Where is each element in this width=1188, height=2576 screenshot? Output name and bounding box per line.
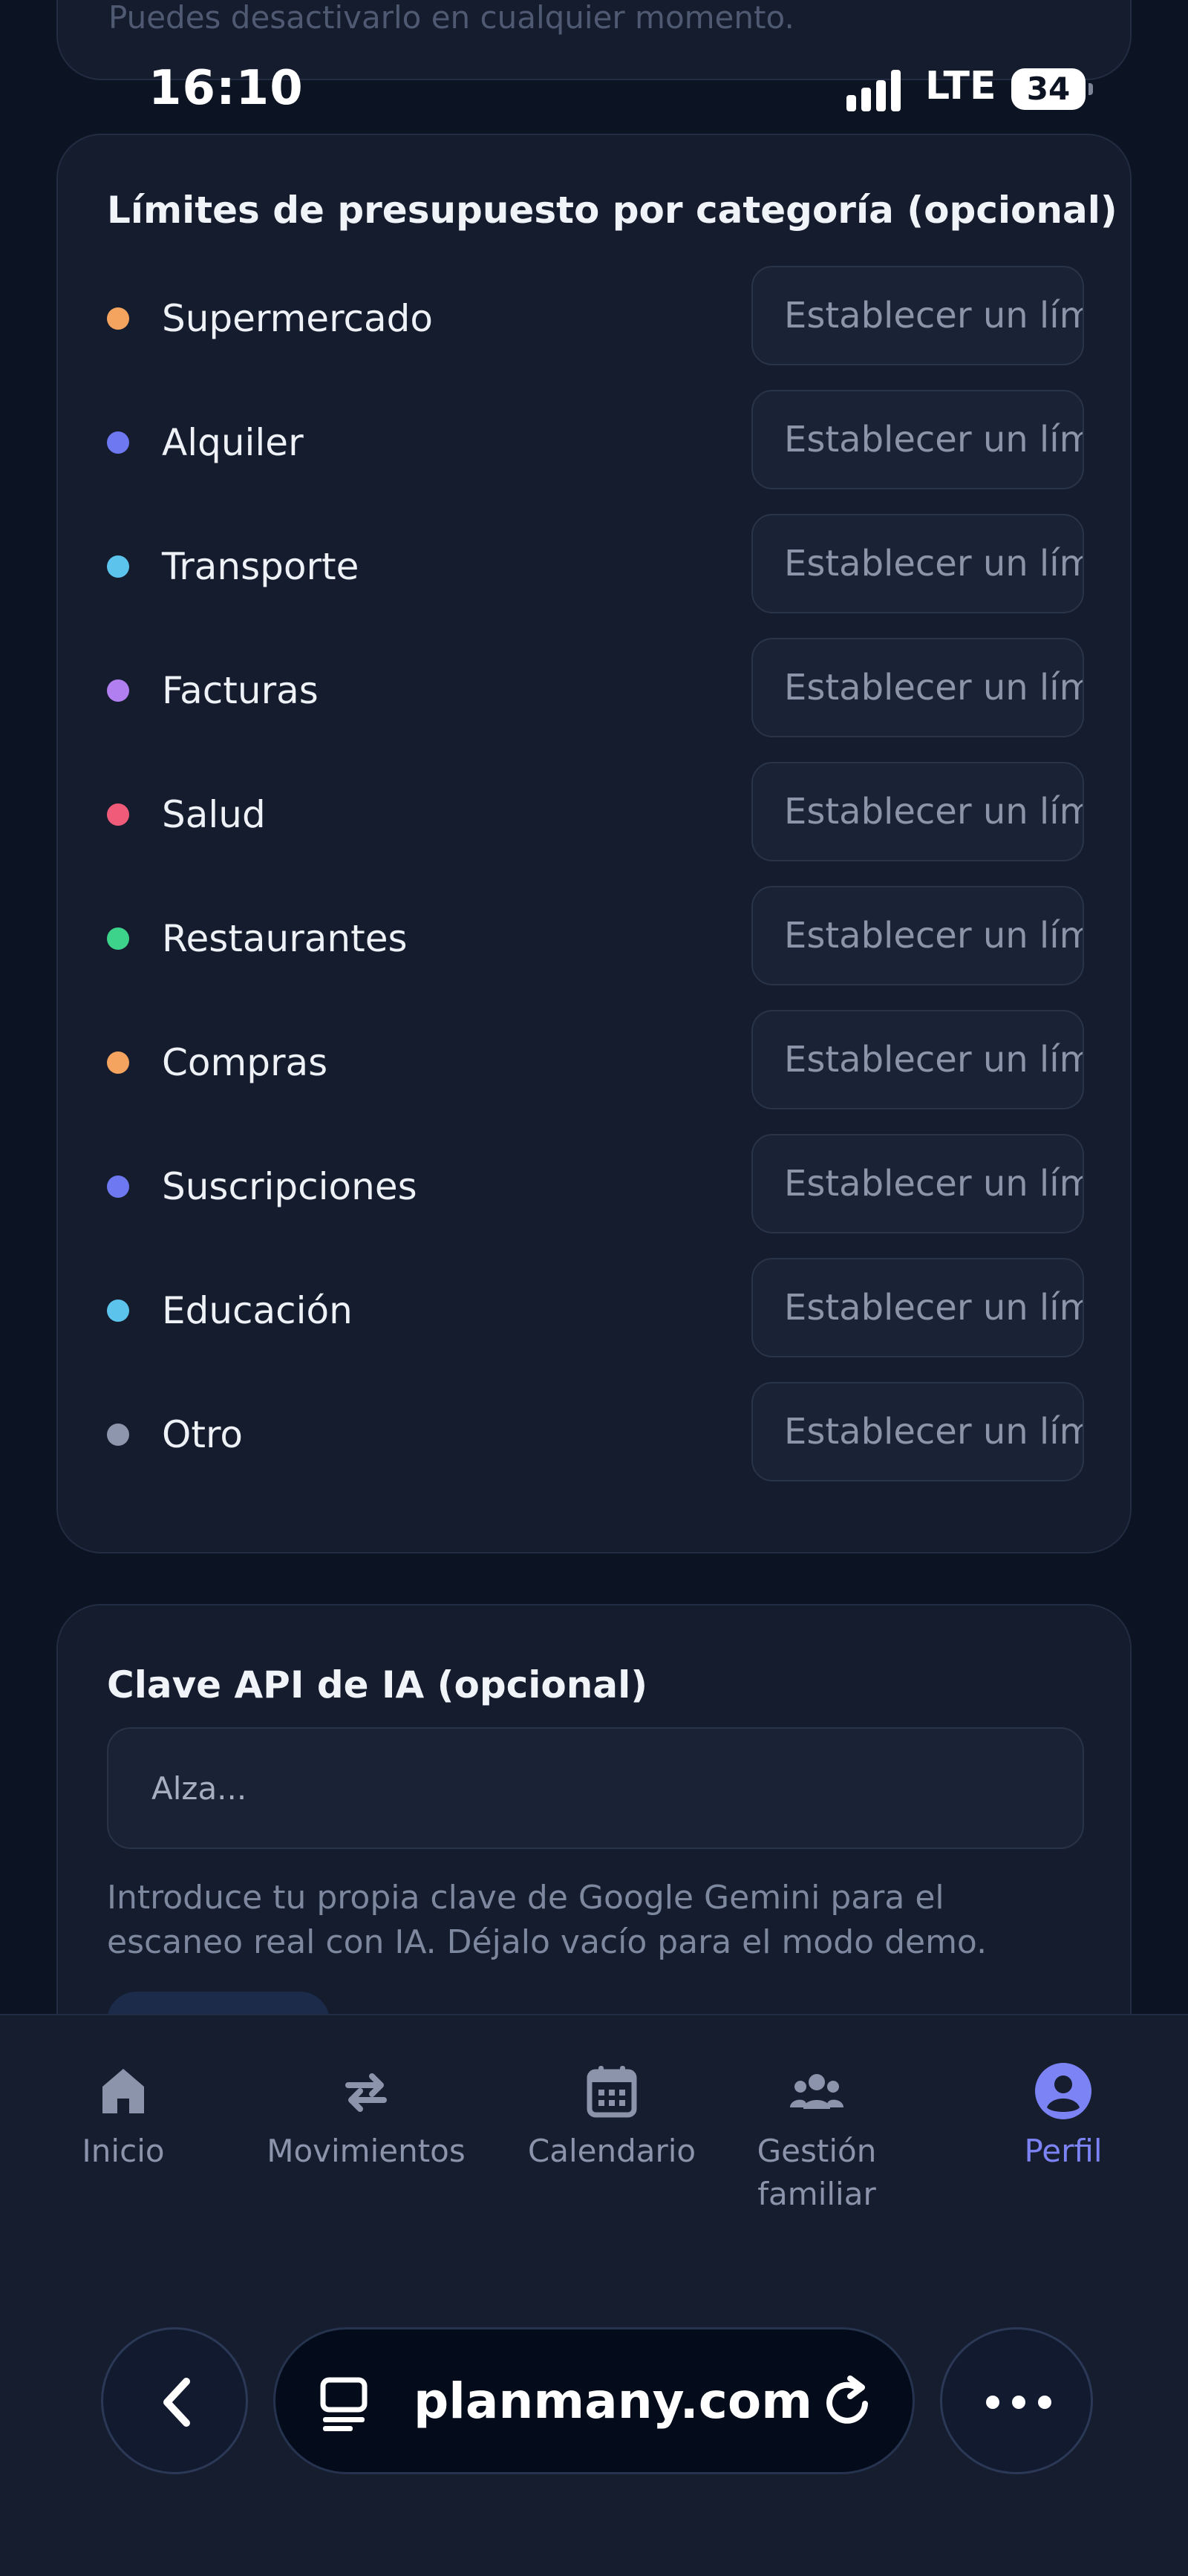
previous-card-text: Puedes desactivarlo en cualquier momento… — [108, 0, 794, 36]
category-limit-input[interactable] — [751, 1258, 1084, 1357]
budget-limits-card: Límites de presupuesto por categoría (op… — [56, 134, 1132, 1553]
category-color-dot — [107, 803, 129, 826]
category-limit-input[interactable] — [751, 762, 1084, 861]
category-limit-input[interactable] — [751, 266, 1084, 365]
category-label: Alquiler — [162, 421, 304, 464]
category-label: Salud — [162, 793, 266, 836]
chevron-left-icon — [163, 2378, 190, 2427]
home-icon — [102, 2069, 144, 2113]
network-type: LTE — [925, 64, 996, 108]
calendar-icon — [587, 2066, 637, 2118]
category-color-dot — [107, 1051, 129, 1074]
category-limit-input[interactable] — [751, 638, 1084, 737]
bottom-navigation: Inicio Movimientos Calendario Gestión fa… — [0, 2014, 1188, 2576]
category-limit-input[interactable] — [751, 390, 1084, 489]
status-bar: 16:10 LTE 34 — [0, 53, 1188, 125]
category-label: Facturas — [162, 669, 319, 712]
category-limit-input[interactable] — [751, 514, 1084, 613]
category-row-transporte: Transporte — [107, 514, 1084, 613]
category-row-educacion: Educación — [107, 1258, 1084, 1357]
category-limit-input[interactable] — [751, 1010, 1084, 1109]
nav-label: Perfil — [1024, 2133, 1103, 2169]
category-color-dot — [107, 555, 129, 578]
category-row-restaurantes: Restaurantes — [107, 886, 1084, 985]
category-label: Compras — [162, 1041, 328, 1084]
category-color-dot — [107, 307, 129, 330]
browser-back-button[interactable] — [101, 2327, 248, 2474]
arrows-exchange-icon — [345, 2073, 387, 2112]
category-label: Educación — [162, 1289, 353, 1332]
category-color-dot — [107, 679, 129, 702]
category-color-dot — [107, 431, 129, 454]
category-limit-input[interactable] — [751, 1382, 1084, 1481]
nav-item-perfil[interactable]: Perfil — [944, 2060, 1182, 2173]
category-row-otro: Otro — [107, 1382, 1084, 1481]
nav-label: Inicio — [82, 2133, 165, 2169]
api-key-help-text: Introduce tu propia clave de Google Gemi… — [107, 1879, 988, 1961]
address-bar[interactable]: planmany.com — [273, 2327, 915, 2474]
category-row-alquiler: Alquiler — [107, 390, 1084, 489]
category-color-dot — [107, 1175, 129, 1198]
tabs-icon — [320, 2377, 368, 2431]
battery-icon: 34 — [1011, 68, 1093, 110]
category-color-dot — [107, 1424, 129, 1446]
api-key-input[interactable] — [107, 1727, 1084, 1849]
signal-icon — [846, 70, 906, 111]
nav-item-inicio[interactable]: Inicio — [4, 2060, 242, 2173]
category-limit-input[interactable] — [751, 1134, 1084, 1233]
more-icon — [986, 2396, 1051, 2409]
nav-item-movimientos[interactable]: Movimientos — [247, 2060, 485, 2173]
category-row-salud: Salud — [107, 762, 1084, 861]
category-color-dot — [107, 1300, 129, 1322]
budget-limits-title: Límites de presupuesto por categoría (op… — [107, 189, 1117, 232]
url-text: planmany.com — [414, 2373, 812, 2430]
nav-item-calendario[interactable]: Calendario — [493, 2060, 731, 2173]
nav-item-gestion-familiar[interactable]: Gestión familiar — [698, 2060, 936, 2216]
nav-label: Calendario — [527, 2133, 696, 2169]
category-row-compras: Compras — [107, 1010, 1084, 1109]
category-label: Suscripciones — [162, 1165, 417, 1208]
nav-label: Gestión familiar — [757, 2133, 877, 2212]
category-row-facturas: Facturas — [107, 638, 1084, 737]
user-circle-icon — [1035, 2063, 1091, 2119]
people-icon — [790, 2074, 843, 2109]
category-limit-input[interactable] — [751, 886, 1084, 985]
browser-more-button[interactable] — [940, 2327, 1093, 2474]
category-label: Transporte — [162, 545, 359, 588]
status-time: 16:10 — [148, 61, 304, 116]
nav-label: Movimientos — [267, 2133, 466, 2169]
reload-icon[interactable] — [816, 2371, 878, 2433]
category-label: Supermercado — [162, 297, 433, 340]
api-key-title: Clave API de IA (opcional) — [107, 1663, 648, 1706]
category-row-suscripciones: Suscripciones — [107, 1134, 1084, 1233]
category-label: Restaurantes — [162, 917, 408, 960]
category-label: Otro — [162, 1413, 244, 1456]
category-row-supermercado: Supermercado — [107, 266, 1084, 365]
category-color-dot — [107, 927, 129, 950]
